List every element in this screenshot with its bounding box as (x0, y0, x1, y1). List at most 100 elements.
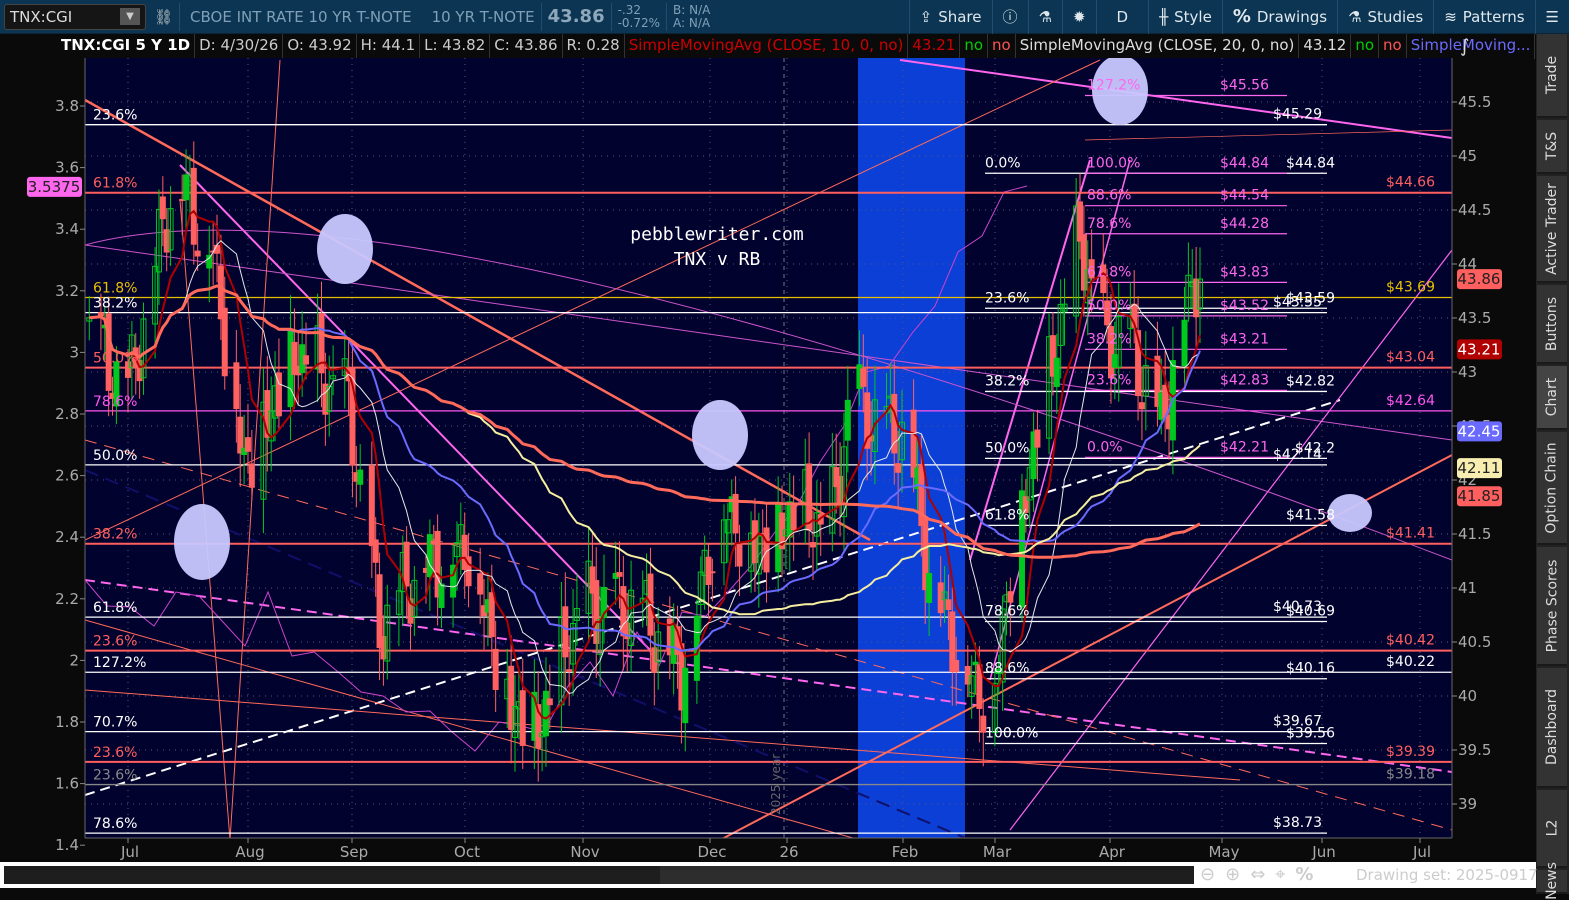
patterns-button[interactable]: ≋ Patterns (1434, 0, 1536, 34)
sidebar-tab-phase-scores[interactable]: Phase Scores (1537, 547, 1567, 666)
candle-body (736, 543, 743, 567)
zoom-out-icon[interactable]: ⊖ (1200, 864, 1215, 885)
sidebar-tab-t-s[interactable]: T&S (1537, 120, 1567, 174)
fib-pct-label: 23.6% (93, 768, 137, 784)
sidebar-tab-l2[interactable]: L2 (1537, 790, 1567, 868)
candle-body (868, 435, 875, 442)
fib-magenta-price: $43.21 (1220, 331, 1269, 347)
candle-body (508, 665, 515, 730)
candle-body (597, 619, 604, 655)
candle-body (372, 539, 379, 563)
fib-price-label: $43.04 (1386, 350, 1435, 366)
candle-body (628, 589, 635, 646)
sma20-label[interactable]: SimpleMovingAvg (CLOSE, 20, 0, no) (1016, 34, 1300, 59)
candle-body (655, 631, 662, 663)
candle-body (477, 573, 484, 595)
price-chart[interactable]: 2025 year23.6% $45.2961.8% $44.6661.8% $43.… (0, 0, 1569, 894)
left-axis-label: 3 (69, 343, 79, 361)
pan-icon[interactable]: ⇔ (1250, 864, 1265, 885)
right-axis-label: 40.5 (1458, 633, 1491, 651)
candle-body (840, 446, 847, 518)
candle-body (775, 502, 782, 573)
sma50-label[interactable]: SimpleMoving... (1407, 34, 1536, 59)
highlight-circle (1092, 58, 1148, 125)
candle-body (214, 244, 221, 254)
period-button[interactable]: D (1097, 0, 1150, 34)
drawings-button[interactable]: % Drawings (1223, 0, 1339, 34)
candle-body (295, 365, 302, 376)
sidebar-tab-label: Buttons (1544, 296, 1561, 351)
candle-body (376, 574, 383, 648)
candle-body (1181, 319, 1188, 367)
crosshair-icon[interactable]: ⌖ (1275, 864, 1285, 885)
right-axis-label: 39.5 (1458, 741, 1491, 759)
sidebar-tab-active-trader[interactable]: Active Trader (1537, 176, 1567, 283)
candle-body (1142, 365, 1149, 397)
candle-body (303, 355, 310, 365)
candle-body (562, 606, 569, 658)
flask-button[interactable]: ⚗ (1029, 0, 1063, 34)
candle-body (922, 517, 929, 591)
fib-magenta-price: $43.83 (1220, 264, 1269, 280)
scrollbar-thumb[interactable] (660, 866, 960, 884)
sidebar-tab-trade[interactable]: Trade (1537, 34, 1567, 118)
candle-body (643, 579, 650, 595)
sidebar-tab-label: L2 (1544, 819, 1560, 837)
annotation-title: TNX v RB (674, 249, 761, 270)
chevron-down-icon[interactable]: ▼ (120, 8, 140, 25)
drawing-set[interactable]: Drawing set: 2025-0917 (1356, 866, 1538, 884)
annotation-site: pebblewriter.com (630, 224, 803, 245)
candle-body (86, 317, 93, 322)
candle-body (318, 313, 325, 374)
candle-body (1088, 259, 1095, 279)
flask-icon: ⚗ (1038, 7, 1052, 26)
candle-body (720, 519, 727, 564)
candle-body (515, 701, 522, 710)
zoom-in-icon[interactable]: ⊕ (1225, 864, 1240, 885)
settings-button[interactable]: ✹ (1063, 0, 1097, 34)
menu-button[interactable]: ☰ (1536, 0, 1569, 34)
right-axis-label: 41 (1458, 579, 1477, 597)
sidebar-tab-option-chain[interactable]: Option Chain (1537, 432, 1567, 545)
sidebar-tab-buttons[interactable]: Buttons (1537, 285, 1567, 364)
sidebar-tab-chart[interactable]: Chart (1537, 366, 1567, 430)
left-axis-label: 1.4 (55, 836, 79, 854)
sidebar-tab-label: Option Chain (1544, 441, 1561, 534)
candle-body (109, 392, 116, 399)
left-axis-label: 2.2 (55, 590, 79, 608)
symbol-value: TNX:CGI (10, 7, 73, 26)
horizontal-scrollbar[interactable] (4, 866, 1194, 884)
candle-body (682, 667, 689, 724)
candle-body (159, 196, 166, 220)
price-badge-label: 43.21 (1458, 340, 1501, 358)
trend-line (85, 399, 1341, 796)
candle-body (210, 250, 217, 253)
sidebar-tab-news[interactable]: News (1537, 862, 1567, 900)
candle-body (593, 580, 600, 644)
highlight-circle (1328, 494, 1372, 532)
candle-body (918, 464, 925, 527)
studies-button[interactable]: ⚗ Studies (1338, 0, 1435, 34)
symbol-selector[interactable]: TNX:CGI ▼ (4, 3, 146, 30)
style-button[interactable]: ╫ Style (1149, 0, 1223, 34)
sidebar-tab-dashboard[interactable]: Dashboard (1537, 668, 1567, 788)
percent-icon[interactable]: % (1295, 864, 1313, 885)
fib-mid-price: $39.56 (1286, 726, 1335, 742)
info-button[interactable]: ⓘ (993, 0, 1029, 34)
x-axis-label: Feb (892, 843, 919, 861)
fib-price-label: $43.69 (1386, 279, 1435, 295)
sma10-label[interactable]: SimpleMovingAvg (CLOSE, 10, 0, no) (625, 34, 909, 59)
highlight-circle (174, 504, 230, 580)
link-icon[interactable]: ⛓ (154, 8, 173, 26)
plot-area (85, 58, 1452, 838)
fib-magenta-price: $43.52 (1220, 298, 1269, 314)
share-button[interactable]: ⇪ Share (908, 0, 993, 34)
candle-body (535, 704, 542, 749)
candle-body (1080, 234, 1087, 291)
candle-body (268, 410, 275, 442)
studies-toggle-icon[interactable]: ∫ (1460, 36, 1469, 57)
sidebar-tab-label: Trade (1544, 55, 1560, 95)
candle-body (1053, 357, 1060, 388)
candle-body (871, 399, 878, 453)
candle-body (341, 358, 348, 377)
